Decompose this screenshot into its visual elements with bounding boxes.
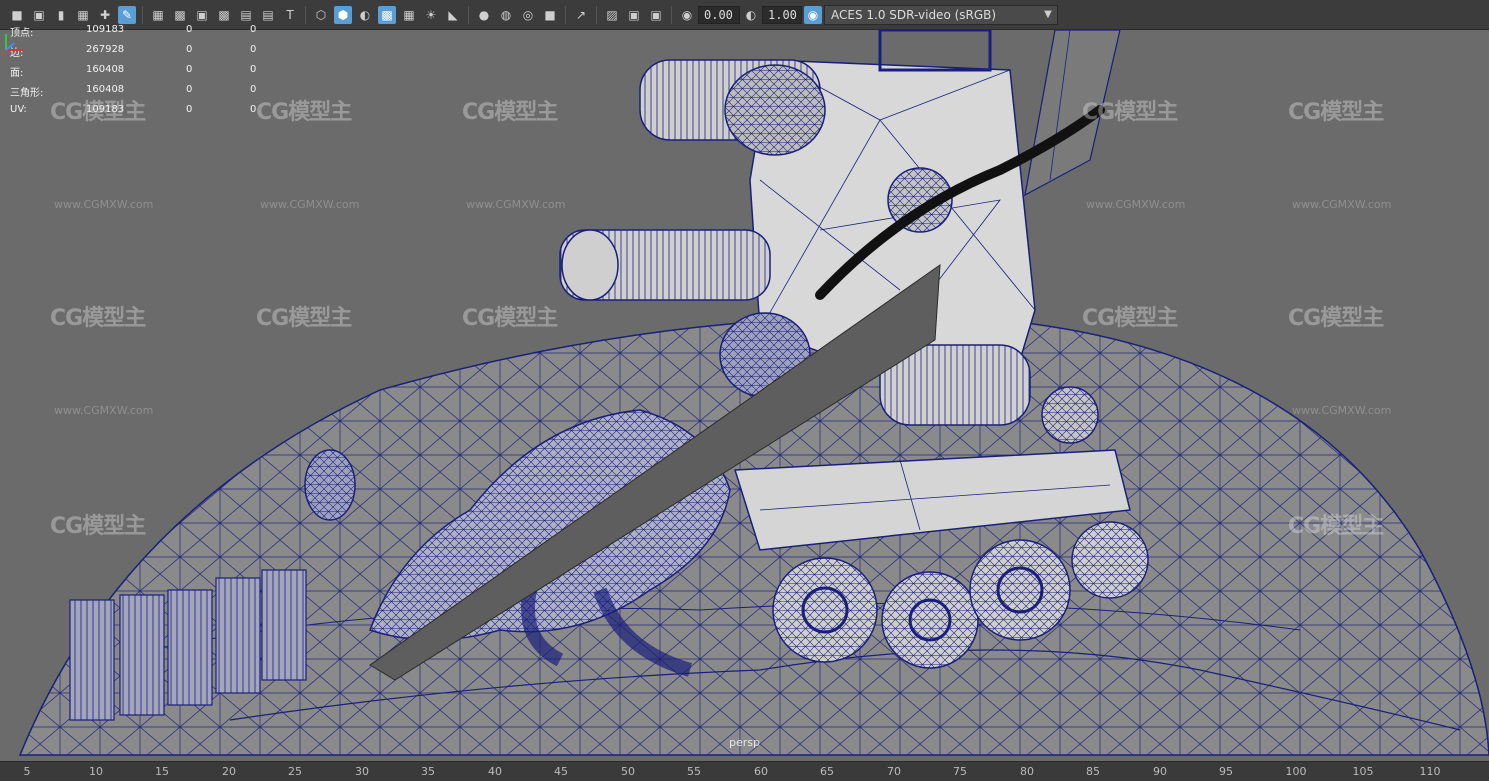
ruler-tick: 95 [1219, 765, 1233, 778]
image-plane-icon[interactable]: ▦ [74, 6, 92, 24]
camera-icon[interactable]: ■ [8, 6, 26, 24]
lights-icon[interactable]: ☀ [422, 6, 440, 24]
robot-cylinder-top [639, 59, 826, 156]
watermark-url: www.CGMXW.com [466, 198, 566, 211]
3d-viewport[interactable]: 顶点: 109183 0 0 边: 267928 0 0 面: 160408 0… [0, 24, 1489, 761]
axis-gizmo-icon [5, 34, 24, 51]
wireframe-shaded-icon[interactable]: ⬡ [312, 6, 330, 24]
watermark-logo: CG模型主 [1288, 306, 1384, 331]
ruler-tick: 10 [89, 765, 103, 778]
toolbar-separator [142, 5, 143, 24]
camera-sync-icon[interactable]: ▣ [647, 6, 665, 24]
safe-action-icon[interactable]: ▤ [237, 6, 255, 24]
ruler-tick: 25 [288, 765, 302, 778]
robot-cylinder-left [559, 229, 771, 301]
time-slider[interactable]: 5 10 15 20 25 30 35 40 45 50 55 60 65 70… [0, 761, 1489, 781]
robot-handle [878, 30, 992, 72]
toolbar-separator [305, 5, 306, 24]
xray-joints-icon[interactable]: ▨ [603, 6, 621, 24]
anti-alias-icon[interactable]: ◎ [519, 6, 537, 24]
watermark-logo: CG模型主 [256, 306, 352, 331]
safe-title-icon[interactable]: ▤ [259, 6, 277, 24]
depth-of-field-icon[interactable]: ■ [541, 6, 559, 24]
bookmark-icon[interactable]: ▮ [52, 6, 70, 24]
watermark-logo: CG模型主 [1288, 514, 1384, 539]
ambient-occlusion-icon[interactable]: ● [475, 6, 493, 24]
isolate-select-icon[interactable]: ▣ [625, 6, 643, 24]
xray-icon[interactable]: ↗ [572, 6, 590, 24]
ruler-tick: 65 [820, 765, 834, 778]
ruler-tick: 15 [155, 765, 169, 778]
watermark-url: www.CGMXW.com [1292, 198, 1392, 211]
ruler-tick: 55 [687, 765, 701, 778]
watermark-logo: CG模型主 [256, 100, 352, 125]
ruler-tick: 45 [554, 765, 568, 778]
ruler-tick: 20 [222, 765, 236, 778]
camera-attributes-icon[interactable]: ▣ [30, 6, 48, 24]
watermark-logo: CG模型主 [1082, 306, 1178, 331]
ruler-tick: 70 [887, 765, 901, 778]
ruler-tick: 60 [754, 765, 768, 778]
ruler-tick: 40 [488, 765, 502, 778]
watermark-url: www.CGMXW.com [54, 198, 154, 211]
watermark-logo: CG模型主 [462, 306, 558, 331]
watermark-logo: CG模型主 [50, 514, 146, 539]
color-space-label: ACES 1.0 SDR-video (sRGB) [831, 7, 997, 22]
watermark-url: www.CGMXW.com [54, 404, 154, 417]
gamma-icon[interactable]: ◐ [742, 6, 760, 24]
ruler-tick: 5 [23, 765, 31, 778]
text-icon[interactable]: T [281, 6, 299, 24]
watermark-logo: CG模型主 [462, 100, 558, 125]
watermark-logo: CG模型主 [1082, 100, 1178, 125]
toolbar-separator [596, 5, 597, 24]
resolution-gate-icon[interactable]: ▩ [171, 6, 189, 24]
toolbar-separator [565, 5, 566, 24]
ruler-tick: 90 [1153, 765, 1167, 778]
toolbar-separator [671, 5, 672, 24]
wireframe-scene [18, 30, 1489, 756]
chevron-down-icon: ▼ [1044, 9, 1052, 20]
exposure-icon[interactable]: ◉ [678, 6, 696, 24]
watermark-url: www.CGMXW.com [1292, 404, 1392, 417]
ruler-tick: 75 [953, 765, 967, 778]
ruler-tick: 30 [355, 765, 369, 778]
ruler-tick: 35 [421, 765, 435, 778]
ruler-tick: 105 [1352, 765, 1374, 778]
ruler-tick: 85 [1086, 765, 1100, 778]
pencil-icon[interactable]: ✎ [118, 5, 136, 24]
checker-icon[interactable]: ▦ [400, 6, 418, 24]
gate-mask-icon[interactable]: ▣ [193, 6, 211, 24]
watermark-logo: CG模型主 [50, 100, 146, 125]
ruler-tick: 100 [1285, 765, 1307, 778]
textured-icon[interactable]: ▩ [378, 5, 396, 24]
ruler-tick: 80 [1020, 765, 1034, 778]
watermark-logo: CG模型主 [50, 306, 146, 331]
color-space-dropdown[interactable]: ACES 1.0 SDR-video (sRGB) ▼ [824, 4, 1058, 25]
camera-name-label: persp [729, 736, 760, 749]
watermark-logo: CG模型主 [1288, 100, 1384, 125]
viewport-toolbar: ■ ▣ ▮ ▦ ✚ ✎ ▦ ▩ ▣ ▩ ▤ ▤ T ⬡ ⬢ ◐ ▩ ▦ ☀ ◣ … [0, 0, 1489, 30]
exposure-field[interactable]: 0.00 [698, 5, 740, 24]
default-material-icon[interactable]: ◐ [356, 6, 374, 24]
ruler-tick: 110 [1419, 765, 1441, 778]
smooth-shade-icon[interactable]: ⬢ [334, 5, 352, 24]
wireframe-icon[interactable]: ▦ [149, 6, 167, 24]
field-chart-icon[interactable]: ▩ [215, 6, 233, 24]
watermark-url: www.CGMXW.com [1086, 198, 1186, 211]
toolbar-separator [468, 5, 469, 24]
grid-icon[interactable]: ✚ [96, 6, 114, 24]
shadows-icon[interactable]: ◣ [444, 6, 462, 24]
watermark-url: www.CGMXW.com [260, 198, 360, 211]
color-management-icon[interactable]: ◉ [804, 5, 822, 24]
gamma-field[interactable]: 1.00 [762, 5, 802, 24]
motion-blur-icon[interactable]: ◍ [497, 6, 515, 24]
ruler-tick: 50 [621, 765, 635, 778]
